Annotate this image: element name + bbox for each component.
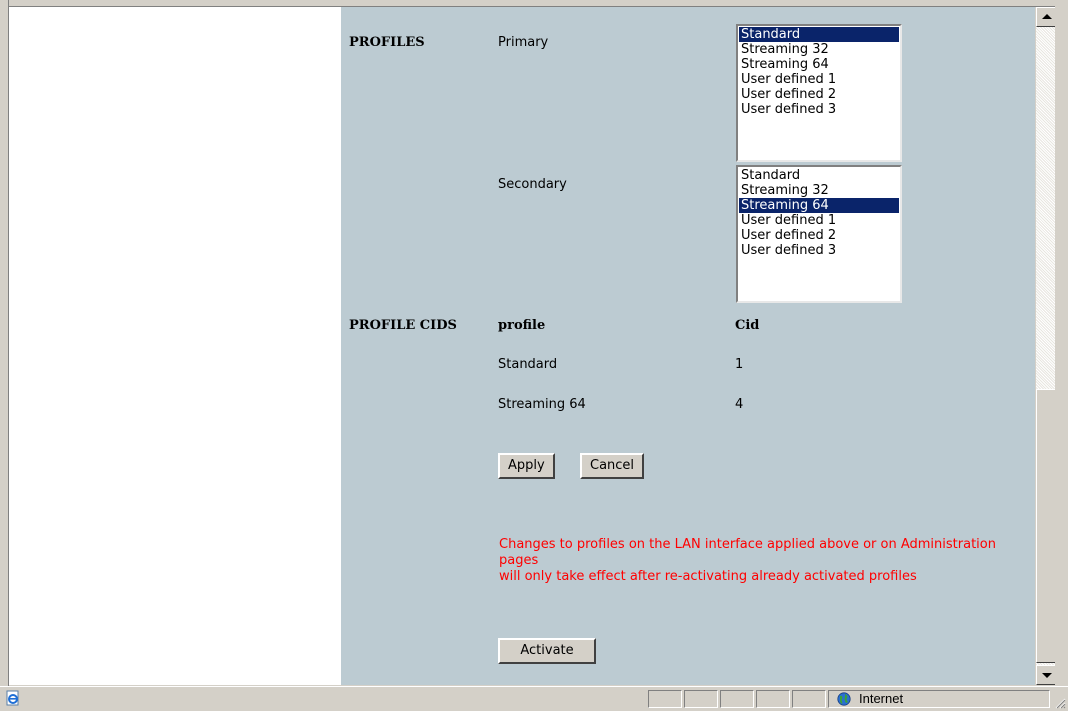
browser-window: PROFILES Primary Standard Streaming 32 S… <box>0 0 1068 711</box>
cid-row-value: 1 <box>735 357 744 372</box>
scroll-thumb[interactable] <box>1036 389 1056 663</box>
status-pane <box>756 690 790 708</box>
activate-button[interactable]: Activate <box>498 638 596 664</box>
cid-row-profile: Streaming 64 <box>498 397 586 412</box>
primary-option[interactable]: User defined 3 <box>739 102 899 117</box>
secondary-profile-listbox[interactable]: Standard Streaming 32 Streaming 64 User … <box>736 165 902 303</box>
security-zone-label: Internet <box>859 691 904 706</box>
vertical-scrollbar[interactable] <box>1035 7 1056 685</box>
scroll-down-button[interactable] <box>1036 665 1056 685</box>
apply-button[interactable]: Apply <box>498 453 555 479</box>
page-content: PROFILES Primary Standard Streaming 32 S… <box>9 7 1035 685</box>
status-pane <box>792 690 826 708</box>
cid-row-profile: Standard <box>498 357 558 372</box>
status-bar: Internet <box>0 686 1068 711</box>
window-frame-left <box>0 0 9 686</box>
secondary-option[interactable]: Standard <box>739 168 899 183</box>
profile-cids-section-label: PROFILE CIDS <box>349 318 457 333</box>
warning-line-1: Changes to profiles on the LAN interface… <box>499 537 996 568</box>
cid-column-header: Cid <box>735 318 760 333</box>
secondary-option[interactable]: User defined 2 <box>739 228 899 243</box>
primary-label: Primary <box>498 35 549 50</box>
cancel-button[interactable]: Cancel <box>580 453 645 479</box>
status-pane <box>648 690 682 708</box>
primary-option[interactable]: User defined 2 <box>739 87 899 102</box>
secondary-option[interactable]: Streaming 64 <box>739 198 899 213</box>
secondary-option[interactable]: User defined 3 <box>739 243 899 258</box>
globe-icon <box>837 692 851 706</box>
status-pane <box>684 690 718 708</box>
scroll-down-icon <box>1042 673 1052 678</box>
status-text-pane <box>26 690 644 708</box>
scroll-up-icon <box>1042 14 1052 19</box>
security-zone-pane: Internet <box>828 690 1050 708</box>
scroll-up-button[interactable] <box>1036 7 1056 27</box>
window-frame-top <box>0 0 1068 7</box>
cid-row-value: 4 <box>735 397 744 412</box>
secondary-label: Secondary <box>498 177 567 192</box>
primary-option[interactable]: Standard <box>739 27 899 42</box>
primary-option[interactable]: Streaming 64 <box>739 57 899 72</box>
warning-line-2: will only take effect after re-activatin… <box>499 569 917 584</box>
status-pane <box>720 690 754 708</box>
ie-page-icon <box>6 690 19 706</box>
profile-column-header: profile <box>498 318 546 333</box>
activation-warning: Changes to profiles on the LAN interface… <box>499 537 1035 585</box>
secondary-option[interactable]: User defined 1 <box>739 213 899 228</box>
window-frame-right <box>1055 0 1068 686</box>
profiles-section-label: PROFILES <box>349 35 425 50</box>
primary-option[interactable]: Streaming 32 <box>739 42 899 57</box>
primary-option[interactable]: User defined 1 <box>739 72 899 87</box>
secondary-option[interactable]: Streaming 32 <box>739 183 899 198</box>
resize-grip-icon[interactable] <box>1054 697 1066 709</box>
primary-profile-listbox[interactable]: Standard Streaming 32 Streaming 64 User … <box>736 24 902 162</box>
